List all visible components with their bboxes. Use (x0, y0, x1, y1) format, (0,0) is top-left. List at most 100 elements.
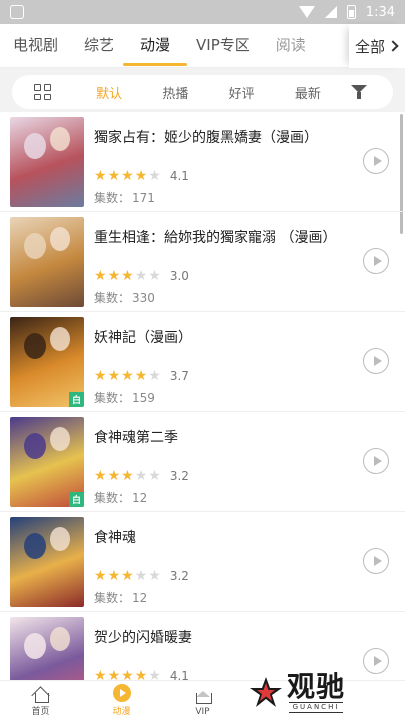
item-title[interactable]: 贺少的闪婚暖妻 (94, 627, 393, 649)
rating-stars: ★ ★ ★ ★ ★ (94, 169, 162, 183)
filter-default[interactable]: 默认 (76, 83, 142, 102)
list-item[interactable]: 白 食神魂第二季 ★ ★ ★ ★ ★ 3.2 集数： 12 (0, 412, 405, 512)
star-logo-icon (250, 677, 282, 707)
star-icon: ★ (148, 668, 161, 680)
anime-play-icon (112, 684, 131, 702)
nav-anime-label: 动漫 (112, 707, 131, 717)
cover-image[interactable] (10, 617, 84, 680)
anime-list[interactable]: 獨家占有：姬少的腹黑嬌妻（漫画） ★ ★ ★ ★ ★ 4.1 集数： 171 重生相逢：給妳… (0, 112, 405, 680)
nav-vip-label: VIP (195, 707, 210, 717)
star-icon: ★ (107, 568, 121, 584)
wifi-icon (298, 6, 315, 18)
filter-area: 默认 热播 好评 最新 (0, 68, 405, 116)
play-button-icon[interactable] (363, 348, 389, 374)
star-icon: ★ (107, 368, 121, 384)
status-bar: 1:34 (0, 0, 405, 24)
rating-score: 3.0 (169, 269, 189, 283)
list-item[interactable]: 重生相逢：給妳我的獨家寵溺 （漫画） ★ ★ ★ ★ ★ 3.0 集数： 330 (0, 212, 405, 312)
star-icon: ★ (107, 268, 121, 284)
star-icon: ★ (134, 268, 148, 284)
item-title[interactable]: 食神魂第二季 (94, 427, 393, 449)
rating-score: 4.1 (169, 669, 189, 680)
star-icon: ★ (121, 268, 134, 284)
rating-stars: ★ ★ ★ ★ ★ (94, 469, 162, 483)
episode-count: 集数： 12 (94, 591, 148, 605)
list-item[interactable]: 白 妖神記（漫画） ★ ★ ★ ★ ★ 3.7 集数： 159 (0, 312, 405, 412)
filter-latest[interactable]: 最新 (275, 83, 341, 102)
chevron-right-icon (387, 40, 399, 52)
signal-icon (324, 6, 337, 18)
category-tabs: 电视剧 综艺 动漫 VIP专区 阅读 全部 (0, 24, 405, 68)
watermark-subtext: GUANCHI (288, 701, 344, 713)
star-icon: ★ (148, 168, 161, 184)
episode-count: 集数： 159 (94, 391, 155, 405)
cover-badge: 白 (68, 492, 84, 507)
tab-vip-zone[interactable]: VIP专区 (183, 24, 263, 68)
episode-count: 集数： 12 (94, 491, 148, 505)
rating-score: 4.1 (169, 169, 189, 183)
tab-variety[interactable]: 综艺 (71, 24, 127, 68)
star-icon: ★ (94, 168, 107, 184)
star-icon: ★ (94, 268, 107, 284)
episode-count: 集数： 330 (94, 291, 155, 305)
star-icon: ★ (134, 168, 148, 184)
cover-image[interactable] (10, 117, 84, 207)
star-icon: ★ (148, 268, 161, 284)
star-icon: ★ (134, 368, 148, 384)
item-title[interactable]: 重生相逢：給妳我的獨家寵溺 （漫画） (94, 227, 393, 249)
rating-score: 3.7 (169, 369, 189, 383)
star-icon: ★ (148, 468, 161, 484)
tab-tv-series[interactable]: 电视剧 (0, 24, 71, 68)
star-icon: ★ (94, 568, 107, 584)
nav-vip[interactable]: VIP (162, 681, 243, 720)
star-icon: ★ (121, 568, 134, 584)
cover-image[interactable] (10, 217, 84, 307)
star-icon: ★ (94, 468, 107, 484)
star-icon: ★ (121, 168, 134, 184)
nav-home-label: 首页 (31, 707, 50, 717)
status-time: 1:34 (365, 4, 395, 20)
star-icon: ★ (107, 468, 121, 484)
home-icon (32, 686, 50, 703)
notification-shield-icon (10, 5, 24, 19)
list-item[interactable]: 食神魂 ★ ★ ★ ★ ★ 3.2 集数： 12 (0, 512, 405, 612)
play-button-icon[interactable] (363, 248, 389, 274)
nav-anime[interactable]: 动漫 (81, 681, 162, 720)
play-button-icon[interactable] (363, 648, 389, 674)
tab-anime[interactable]: 动漫 (123, 24, 188, 68)
star-icon: ★ (134, 468, 148, 484)
vip-crown-icon (194, 691, 212, 705)
cover-image[interactable]: 白 (10, 317, 84, 407)
filter-popular[interactable]: 热播 (142, 83, 208, 102)
star-icon: ★ (94, 668, 107, 680)
filter-funnel-icon[interactable] (351, 84, 367, 100)
rating-score: 3.2 (169, 469, 189, 483)
item-title[interactable]: 食神魂 (94, 527, 393, 549)
star-icon: ★ (94, 368, 107, 384)
tab-reading[interactable]: 阅读 (263, 24, 319, 68)
rating-stars: ★ ★ ★ ★ ★ (94, 569, 162, 583)
watermark-logo: 观驰 GUANCHI (249, 670, 359, 714)
grid-view-icon[interactable] (34, 84, 52, 100)
cover-image[interactable] (10, 517, 84, 607)
item-title[interactable]: 獨家占有：姬少的腹黑嬌妻（漫画） (94, 127, 393, 149)
rating-stars: ★ ★ ★ ★ ★ (94, 269, 162, 283)
cover-image[interactable]: 白 (10, 417, 84, 507)
all-categories-label: 全部 (354, 37, 385, 56)
item-title[interactable]: 妖神記（漫画） (94, 327, 393, 349)
rating-stars: ★ ★ ★ ★ ★ (94, 369, 162, 383)
filter-bar: 默认 热播 好评 最新 (12, 75, 393, 109)
star-icon: ★ (134, 668, 148, 680)
star-icon: ★ (121, 668, 134, 680)
all-categories-button[interactable]: 全部 (348, 24, 405, 68)
rating-stars: ★ ★ ★ ★ ★ (94, 669, 162, 680)
play-button-icon[interactable] (363, 548, 389, 574)
list-item[interactable]: 獨家占有：姬少的腹黑嬌妻（漫画） ★ ★ ★ ★ ★ 4.1 集数： 171 (0, 112, 405, 212)
play-button-icon[interactable] (363, 448, 389, 474)
watermark-text: 观驰 (287, 669, 346, 703)
nav-home[interactable]: 首页 (0, 681, 81, 720)
cover-badge: 白 (68, 392, 84, 407)
rating-score: 3.2 (169, 569, 189, 583)
filter-top-rated[interactable]: 好评 (209, 83, 275, 102)
play-button-icon[interactable] (363, 148, 389, 174)
